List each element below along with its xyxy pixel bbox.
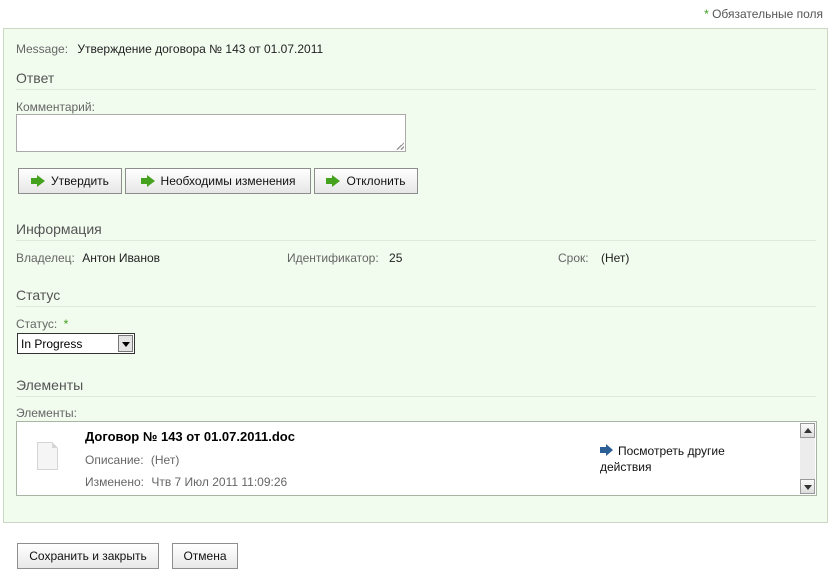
changes-needed-button-label: Необходимы изменения <box>160 174 296 188</box>
arrow-right-icon <box>140 175 155 187</box>
elements-scrollbar[interactable] <box>800 423 815 494</box>
save-and-close-label: Сохранить и закрыть <box>29 549 147 563</box>
scroll-down-icon[interactable] <box>800 479 815 494</box>
arrow-right-icon <box>31 175 46 187</box>
status-label: Статус: <box>16 317 58 331</box>
cancel-button[interactable]: Отмена <box>172 543 238 569</box>
status-select[interactable]: In Progress <box>17 333 135 354</box>
cancel-label: Отмена <box>183 549 227 563</box>
modified-row: Изменено: Чтв 7 Июл 2011 11:09:26 <box>85 475 287 489</box>
save-and-close-button[interactable]: Сохранить и закрыть <box>17 543 159 569</box>
due-value: (Нет) <box>600 251 630 265</box>
scroll-up-icon[interactable] <box>800 423 815 438</box>
section-title-elements: Элементы <box>16 377 816 397</box>
elements-list: Договор № 143 от 01.07.2011.doc Описание… <box>16 421 817 496</box>
owner-row: Владелец: Антон Иванов <box>16 251 160 265</box>
required-fields-note: * Обязательные поля <box>704 7 823 21</box>
modified-value: Чтв 7 Июл 2011 11:09:26 <box>151 475 288 489</box>
owner-value: Антон Иванов <box>82 251 161 265</box>
message-label: Message: <box>16 42 69 56</box>
message-value: Утверждение договора № 143 от 01.07.2011 <box>77 42 324 56</box>
description-label: Описание: <box>85 453 144 467</box>
description-value: (Нет) <box>150 453 180 467</box>
modified-label: Изменено: <box>85 475 144 489</box>
required-fields-text: Обязательные поля <box>712 7 823 21</box>
arrow-right-icon <box>326 175 341 187</box>
reject-button-label: Отклонить <box>346 174 406 188</box>
id-label: Идентификатор: <box>287 251 379 265</box>
more-actions-line2: действия <box>600 460 652 474</box>
comment-textarea[interactable] <box>16 114 406 152</box>
reject-button[interactable]: Отклонить <box>314 168 418 194</box>
id-row: Идентификатор: 25 <box>287 251 402 265</box>
more-actions-link[interactable]: Посмотреть другие действия <box>600 443 725 475</box>
task-form-panel: Message: Утверждение договора № 143 от 0… <box>3 28 828 523</box>
due-row: Срок: (Нет) <box>558 251 629 265</box>
changes-needed-button[interactable]: Необходимы изменения <box>125 168 311 194</box>
document-name[interactable]: Договор № 143 от 01.07.2011.doc <box>85 429 295 444</box>
id-value: 25 <box>389 251 403 265</box>
section-title-status: Статус <box>16 287 816 307</box>
resize-grip-icon[interactable] <box>396 142 404 150</box>
due-label: Срок: <box>558 251 589 265</box>
approve-button[interactable]: Утвердить <box>18 168 122 194</box>
status-selected-value: In Progress <box>21 337 83 351</box>
owner-label: Владелец: <box>16 251 75 265</box>
required-star: * <box>704 7 709 21</box>
message-row: Message: Утверждение договора № 143 от 0… <box>16 42 323 56</box>
description-row: Описание: (Нет) <box>85 453 179 467</box>
more-actions-line1: Посмотреть другие <box>618 444 725 458</box>
document-icon <box>37 442 58 470</box>
comment-label: Комментарий: <box>16 100 95 114</box>
section-title-answer: Ответ <box>16 70 816 90</box>
section-title-info: Информация <box>16 221 816 241</box>
approve-button-label: Утвердить <box>51 174 109 188</box>
arrow-right-icon <box>600 444 614 456</box>
chevron-down-icon[interactable] <box>118 335 133 352</box>
status-label-row: Статус: * <box>16 317 68 331</box>
elements-label: Элементы: <box>16 406 77 420</box>
status-required-star: * <box>63 317 69 331</box>
